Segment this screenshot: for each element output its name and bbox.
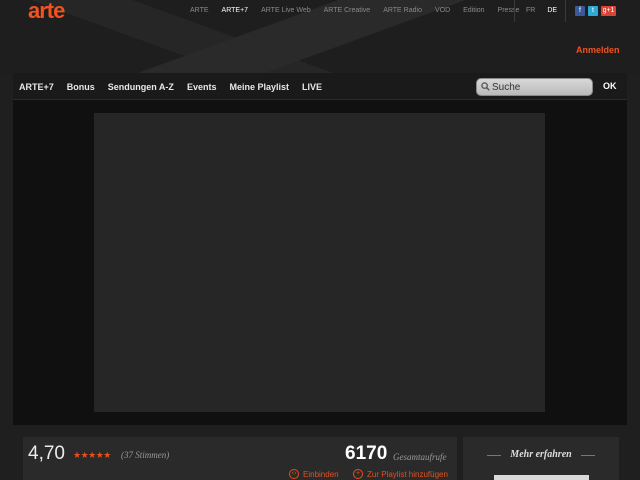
embed-button[interactable]: ‹› Einbinden [289,469,339,479]
search-input[interactable] [492,80,590,94]
twitter-icon[interactable]: t [588,6,598,16]
top-bar: arte ARTE ARTE+7 ARTE Live Web ARTE Crea… [0,0,640,24]
embed-label: Einbinden [303,469,339,479]
thumbnail[interactable] [494,475,589,480]
search-box [476,78,593,96]
facebook-icon[interactable]: f [575,6,585,16]
plus-icon: + [353,469,363,479]
topnav-link-arte[interactable]: ARTE [190,7,209,14]
topnav-link-arte-plus-7[interactable]: ARTE+7 [222,7,249,14]
login-link[interactable]: Anmelden [576,45,620,55]
mainnav-item-sendungen-a-z[interactable]: Sendungen A-Z [108,82,174,92]
topnav-link-presse[interactable]: Presse [498,7,520,14]
mainnav-item-arte-plus-7[interactable]: ARTE+7 [19,82,54,92]
embed-icon: ‹› [289,469,299,479]
topnav-link-edition[interactable]: Edition [463,7,484,14]
topnav-link-arte-radio[interactable]: ARTE Radio [383,7,422,14]
view-count-label: Gesamtaufrufe [393,452,447,462]
google-plus-icon[interactable]: g+1 [601,6,616,16]
topnav-link-vod[interactable]: VOD [435,7,450,14]
rating-stars[interactable]: ★★★★★ [73,450,111,461]
video-screen[interactable] [94,113,545,412]
divider [581,455,595,456]
mainnav-item-events[interactable]: Events [187,82,217,92]
mainnav-item-meine-playlist[interactable]: Meine Playlist [229,82,289,92]
language-de[interactable]: DE [547,7,557,14]
arte-logo[interactable]: arte [28,0,65,22]
main-navigation: ARTE+7 Bonus Sendungen A-Z Events Meine … [13,73,627,100]
rating-value: 4,70 [28,443,65,464]
topnav-link-arte-live-web[interactable]: ARTE Live Web [261,7,311,14]
topnav-link-arte-creative[interactable]: ARTE Creative [324,7,371,14]
video-player [13,100,627,425]
divider [565,0,566,22]
vote-count: (37 Stimmen) [121,450,170,460]
search-icon [481,82,490,91]
mainnav-item-bonus[interactable]: Bonus [67,82,95,92]
language-fr[interactable]: FR [526,7,535,14]
top-navigation: ARTE ARTE+7 ARTE Live Web ARTE Creative … [190,7,532,14]
search-ok-button[interactable]: OK [603,81,617,91]
mainnav-item-live[interactable]: LIVE [302,82,322,92]
language-switcher: FR DE [526,7,557,14]
add-to-playlist-button[interactable]: + Zur Playlist hinzufügen [353,469,448,479]
video-info-panel: 4,70 ★★★★★ (37 Stimmen) 6170 Gesamtaufru… [23,437,457,480]
social-links: f t g+1 [575,6,616,16]
view-count: 6170 [345,443,388,464]
more-info-panel: Mehr erfahren [463,437,619,480]
more-info-title: Mehr erfahren [510,449,572,460]
add-to-playlist-label: Zur Playlist hinzufügen [367,469,448,479]
divider [514,0,515,22]
